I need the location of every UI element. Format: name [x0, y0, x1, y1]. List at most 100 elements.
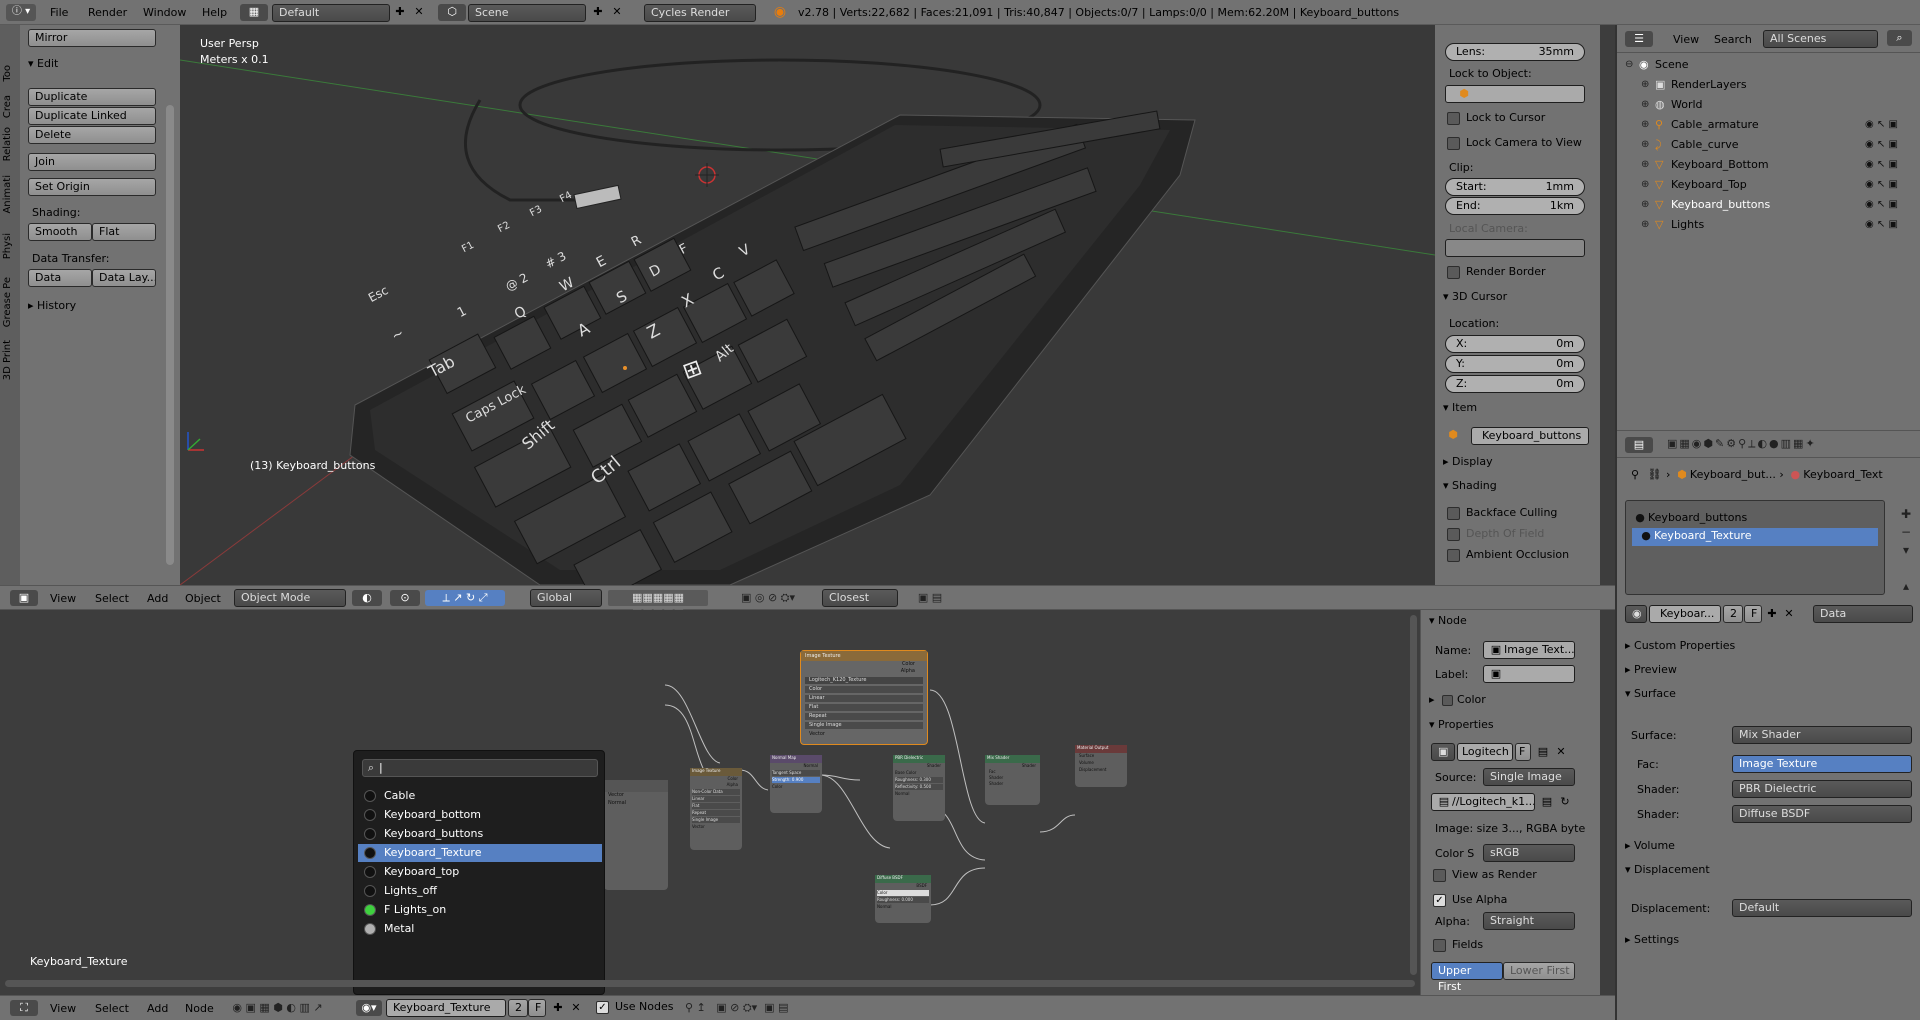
outliner-search-icon[interactable]: ⌕ [1887, 30, 1912, 46]
surface-select[interactable]: Mix Shader [1732, 726, 1912, 744]
menu-help[interactable]: Help [202, 6, 227, 19]
duplicate-button[interactable]: Duplicate [28, 88, 156, 106]
edit-panel-header[interactable]: ▾ Edit [28, 57, 58, 70]
image-fake-user[interactable]: F [1515, 743, 1531, 761]
3d-view-editor-icon[interactable]: ▣ [10, 590, 38, 606]
custom-properties-header[interactable]: ▸ Custom Properties [1617, 635, 1735, 657]
orientation-select[interactable]: Global [530, 589, 602, 607]
backface-culling-checkbox[interactable]: Backface Culling [1447, 506, 1557, 520]
add-layout-icon[interactable]: ✚ [392, 4, 408, 20]
node-menu-view[interactable]: View [50, 1002, 76, 1015]
outliner-item[interactable]: ⊕ ▣ RenderLayers [1617, 75, 1920, 95]
node-header[interactable]: ▾ Node [1429, 614, 1467, 627]
expand-icon[interactable]: ⊕ [1641, 155, 1649, 175]
reload-icon[interactable]: ↻ [1557, 794, 1573, 810]
mix-shader-node[interactable]: Mix Shader Shader Fac Shader Shader [985, 755, 1040, 805]
menu-file[interactable]: File [50, 6, 68, 19]
material-slot-item[interactable]: ● Keyboard_buttons [1632, 509, 1878, 527]
screen-layout-icon[interactable]: ▦ [240, 4, 268, 21]
clip-end-field[interactable]: End: 1km [1445, 197, 1585, 215]
layout-select[interactable]: Default [272, 4, 390, 22]
node-menu-select[interactable]: Select [95, 1002, 129, 1015]
flat-button[interactable]: Flat [92, 223, 156, 241]
unlink-node-material-icon[interactable]: ✕ [568, 1000, 584, 1016]
tab-create[interactable]: Crea [2, 95, 13, 118]
remove-layout-icon[interactable]: ✕ [411, 4, 427, 20]
popup-material-item[interactable]: F Lights_on [358, 901, 602, 919]
mode-select[interactable]: Object Mode [234, 589, 346, 607]
add-scene-icon[interactable]: ✚ [590, 4, 606, 20]
node-material-field[interactable]: Keyboard_Texture [386, 999, 506, 1017]
unlink-image-icon[interactable]: ✕ [1553, 744, 1569, 760]
menu-render[interactable]: Render [88, 6, 127, 19]
3d-viewport[interactable]: Esc Tab Caps Lock Shift Ctrl Alt Q W E R… [180, 25, 1435, 585]
node-material-users[interactable]: 2 [508, 999, 528, 1017]
pin-icon[interactable]: ⚲ [1627, 467, 1643, 483]
outliner-item[interactable]: ⊕ ▽ Keyboard_Top ◉ ↖ ▣ [1617, 175, 1920, 195]
node-menu-node[interactable]: Node [185, 1002, 214, 1015]
outliner-item[interactable]: ⊕ ▽ Keyboard_Bottom ◉ ↖ ▣ [1617, 155, 1920, 175]
node-tools-icon[interactable]: ⚲ ↥ ▣ ⊘ ⛭▾ ▣ ▤ [685, 1000, 885, 1016]
mirror-button[interactable]: Mirror [28, 29, 156, 47]
use-nodes-checkbox[interactable]: ✓ Use Nodes [596, 1000, 674, 1014]
clip-start-field[interactable]: Start: 1mm [1445, 178, 1585, 196]
viewport-menu-select[interactable]: Select [95, 592, 129, 605]
upper-first-button[interactable]: Upper First [1431, 962, 1503, 993]
visibility-icons[interactable]: ◉ ↖ ▣ [1865, 195, 1898, 215]
node-editor-vscrollbar[interactable] [1410, 615, 1417, 975]
expand-icon[interactable]: ⊕ [1641, 75, 1649, 95]
displacement-header[interactable]: ▾ Displacement [1617, 859, 1710, 881]
node-material-fake[interactable]: F [528, 999, 546, 1017]
node-menu-add[interactable]: Add [147, 1002, 168, 1015]
popup-search-field[interactable]: ⌕ | [362, 759, 598, 777]
lock-object-field[interactable]: ⬢ [1445, 85, 1585, 103]
outliner-item[interactable]: ⊕ ▽ Keyboard_buttons ◉ ↖ ▣ [1617, 195, 1920, 215]
visibility-icons[interactable]: ◉ ↖ ▣ [1865, 115, 1898, 135]
source-select[interactable]: Single Image [1483, 768, 1575, 786]
image-texture-node[interactable]: Image Texture Color Alpha Logitech_K120_… [800, 650, 928, 745]
open-image-icon[interactable]: ▤ [1535, 744, 1551, 760]
material-users[interactable]: 2 [1723, 605, 1743, 623]
popup-material-item[interactable]: Keyboard_Texture [358, 844, 602, 862]
popup-material-item[interactable]: Lights_off [358, 882, 602, 900]
history-panel-header[interactable]: ▸ History [28, 299, 76, 312]
expand-icon[interactable]: ⊕ [1641, 115, 1649, 135]
fac-select[interactable]: Image Texture [1732, 755, 1912, 773]
smooth-button[interactable]: Smooth [28, 223, 92, 241]
image-browse[interactable]: ▣ [1431, 743, 1455, 761]
join-button[interactable]: Join [28, 153, 156, 171]
outliner-item[interactable]: ⊕ ◍ World [1617, 95, 1920, 115]
material-output-node[interactable]: Material Output Surface Volume Displacem… [1075, 745, 1127, 787]
pivot-icon[interactable]: ⊙ [390, 590, 420, 606]
scene-select[interactable]: Scene [468, 4, 586, 22]
tab-relations[interactable]: Relatio [2, 127, 13, 161]
visibility-icons[interactable]: ◉ ↖ ▣ [1865, 135, 1898, 155]
outliner-menu-search[interactable]: Search [1714, 33, 1752, 46]
slot-side-buttons[interactable]: ✚ − ▾ ▴ [1897, 505, 1915, 595]
display-header[interactable]: ▸ Display [1443, 455, 1493, 468]
viewport-menu-object[interactable]: Object [185, 592, 221, 605]
surface-header[interactable]: ▾ Surface [1617, 683, 1676, 705]
colorspace-select[interactable]: sRGB [1483, 844, 1575, 862]
data-link-select[interactable]: Data [1813, 605, 1913, 623]
shader2-select[interactable]: Diffuse BSDF [1732, 805, 1912, 823]
popup-material-item[interactable]: Keyboard_buttons [358, 825, 602, 843]
material-browse[interactable]: ◉ [1625, 605, 1647, 623]
properties-tab-icons[interactable]: ▣▦◉⬢✎⚙⚲⟂◐●▥▦✦ [1667, 437, 1917, 454]
outliner-item[interactable]: ⊕ ⤸ Cable_curve ◉ ↖ ▣ [1617, 135, 1920, 155]
render-preview-icon[interactable]: ▣ ▤ [905, 590, 955, 606]
pbr-dielectric-node[interactable]: PBR Dielectric Shader Base Color Roughne… [893, 755, 945, 821]
popup-material-item[interactable]: Keyboard_top [358, 863, 602, 881]
expand-icon[interactable]: ⊕ [1641, 215, 1649, 235]
data-button[interactable]: Data [28, 269, 92, 287]
tab-3d-print[interactable]: 3D Print [2, 340, 13, 380]
outliner-item[interactable]: ⊕ ⚲ Cable_armature ◉ ↖ ▣ [1617, 115, 1920, 135]
node-label-field[interactable]: ▣ [1483, 665, 1575, 683]
material-browse-icon[interactable]: ◉▾ [356, 1000, 382, 1016]
tab-animation[interactable]: Animati [2, 175, 13, 214]
expand-icon[interactable]: ⊕ [1641, 135, 1649, 155]
render-border-checkbox[interactable]: Render Border [1447, 265, 1546, 279]
material-name-field[interactable]: Keyboar... [1649, 605, 1721, 623]
outliner-item[interactable]: ⊖ ◉ Scene [1617, 55, 1920, 75]
outliner-editor-icon[interactable]: ☰ [1625, 31, 1653, 47]
